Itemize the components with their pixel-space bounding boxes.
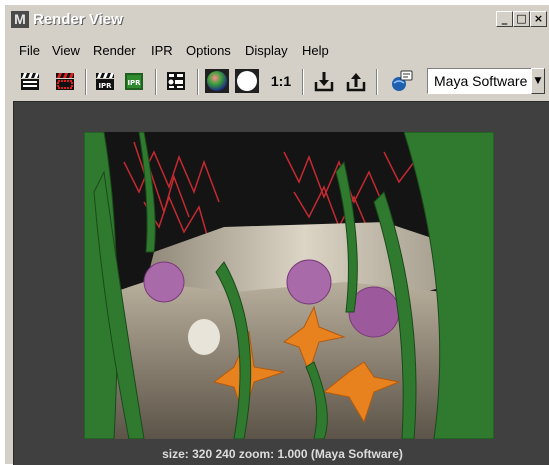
render-info-button[interactable]	[390, 69, 414, 93]
alpha-sphere-icon	[235, 69, 259, 93]
toolbar-separator	[155, 69, 157, 95]
ipr-refresh-icon: IPR	[125, 73, 143, 90]
remove-image-icon	[346, 73, 366, 92]
settings-icon	[167, 72, 185, 90]
info-globe-icon	[392, 70, 413, 91]
chevron-down-icon[interactable]: ▼	[531, 68, 545, 94]
render-view-window: M Render View _ □ × File View Render IPR…	[4, 4, 549, 465]
menu-help[interactable]: Help	[302, 41, 329, 61]
refresh-ipr-button[interactable]: IPR	[122, 69, 146, 93]
ipr-label: IPR	[98, 82, 112, 90]
alpha-channel-button[interactable]	[235, 69, 259, 93]
title-bar[interactable]: M Render View _ □ ×	[5, 5, 549, 33]
ipr-render-button[interactable]: IPR	[93, 69, 117, 93]
render-status-text: size: 320 240 zoom: 1.000 (Maya Software…	[162, 447, 403, 461]
render-settings-button[interactable]	[164, 69, 188, 93]
maximize-button[interactable]: □	[513, 11, 530, 27]
ipr-refresh-label: IPR	[127, 79, 141, 87]
keep-image-icon	[314, 72, 334, 92]
window-title: Render View	[33, 11, 123, 28]
clapper-region-icon	[56, 73, 74, 90]
renderer-dropdown[interactable]: Maya Software ▼	[427, 68, 545, 94]
menu-options[interactable]: Options	[186, 41, 231, 61]
toolbar: IPR IPR 1:1 Maya Software ▼	[5, 65, 549, 99]
real-size-button[interactable]: 1:1	[267, 69, 295, 93]
keep-image-button[interactable]	[312, 69, 336, 93]
render-current-frame-button[interactable]	[18, 69, 42, 93]
ipr-clapper-icon: IPR	[96, 73, 114, 90]
menu-ipr[interactable]: IPR	[151, 41, 173, 61]
toolbar-separator	[302, 69, 304, 95]
render-viewport[interactable]: size: 320 240 zoom: 1.000 (Maya Software…	[13, 101, 549, 465]
menu-file[interactable]: File	[19, 41, 40, 61]
toolbar-separator	[197, 69, 199, 95]
menu-display[interactable]: Display	[245, 41, 288, 61]
toolbar-separator	[376, 69, 378, 95]
menu-bar: File View Render IPR Options Display Hel…	[5, 41, 549, 61]
renderer-value: Maya Software	[434, 73, 528, 89]
toolbar-separator	[85, 69, 87, 95]
rgb-sphere-icon	[205, 69, 229, 93]
rendered-image	[84, 132, 494, 439]
minimize-button[interactable]: _	[496, 11, 513, 27]
clapper-icon	[21, 73, 39, 90]
render-region-button[interactable]	[53, 69, 77, 93]
menu-view[interactable]: View	[52, 41, 80, 61]
maya-app-icon[interactable]: M	[11, 11, 29, 28]
remove-image-button[interactable]	[344, 69, 368, 93]
menu-render[interactable]: Render	[93, 41, 136, 61]
close-button[interactable]: ×	[530, 11, 547, 27]
rgb-channels-button[interactable]	[205, 69, 229, 93]
